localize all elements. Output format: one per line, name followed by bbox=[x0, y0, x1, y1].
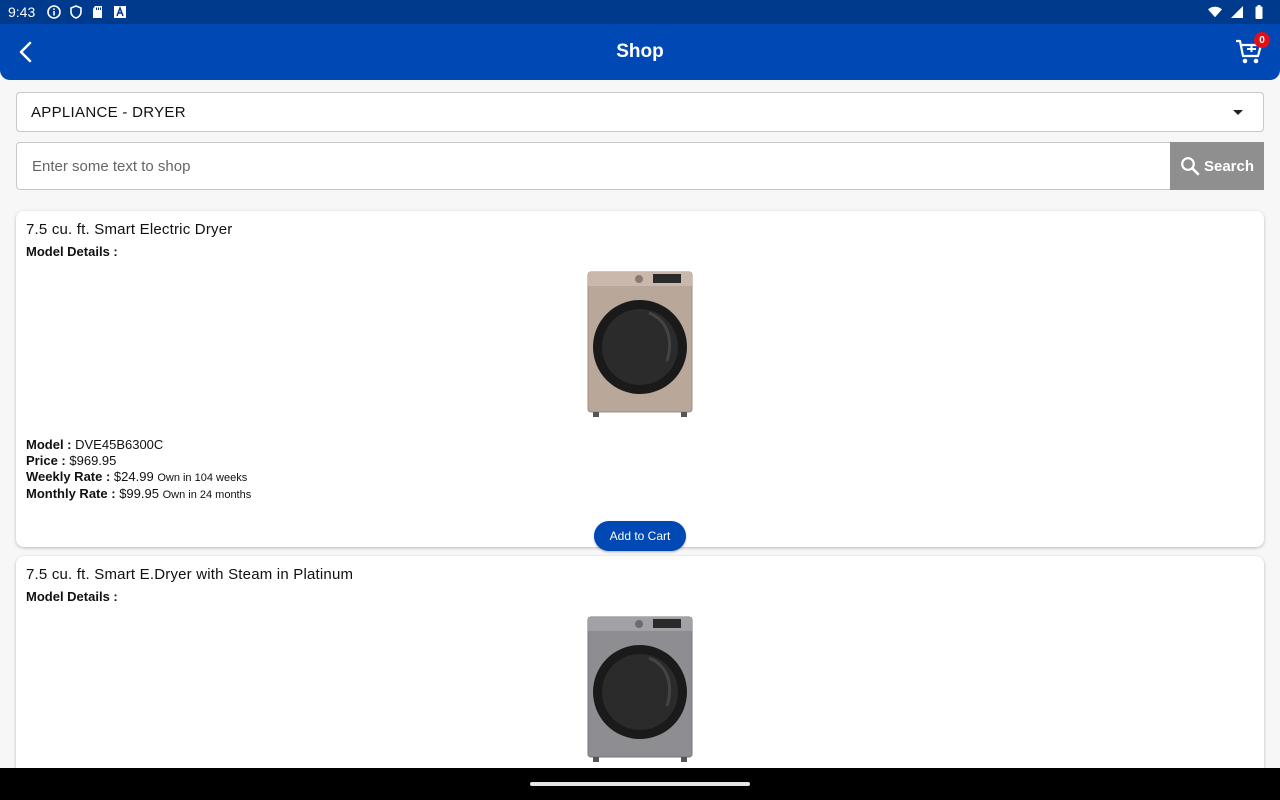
dryer-image bbox=[587, 271, 693, 417]
spec-weekly-rate: Weekly Rate : $24.99 Own in 104 weeks bbox=[26, 469, 248, 484]
battery-icon bbox=[1252, 5, 1266, 19]
dropdown-arrow-icon bbox=[1233, 109, 1243, 115]
price-value: $969.95 bbox=[69, 453, 117, 468]
spec-monthly-rate: Monthly Rate : $99.95 Own in 24 months bbox=[26, 486, 252, 501]
wifi-icon bbox=[1208, 5, 1222, 19]
model-details-label: Model Details : bbox=[26, 589, 118, 604]
text-a-icon bbox=[113, 5, 127, 19]
product-card: 7.5 cu. ft. Smart Electric Dryer Model D… bbox=[16, 211, 1264, 551]
product-title: 7.5 cu. ft. Smart Electric Dryer bbox=[26, 221, 233, 238]
monthly-rate-note: Own in 24 months bbox=[162, 489, 252, 501]
search-row: Search bbox=[16, 142, 1264, 190]
monthly-rate-value: $99.95 bbox=[119, 486, 159, 501]
spec-model: Model : DVE45B6300C bbox=[26, 437, 164, 452]
add-to-cart-button[interactable]: Add to Cart bbox=[594, 521, 686, 551]
cart-button[interactable]: 0 bbox=[1234, 32, 1270, 68]
search-button-label: Search bbox=[1203, 157, 1255, 175]
cart-count-badge: 0 bbox=[1254, 32, 1270, 48]
chevron-left-icon bbox=[19, 41, 32, 63]
sd-card-icon bbox=[91, 5, 105, 19]
product-image bbox=[587, 616, 693, 764]
back-button[interactable] bbox=[12, 38, 40, 66]
shield-icon bbox=[69, 5, 83, 19]
category-select[interactable]: APPLIANCE - DRYER bbox=[16, 92, 1264, 132]
status-time: 9:43 bbox=[8, 4, 36, 20]
home-gesture-handle[interactable] bbox=[530, 782, 750, 786]
system-nav-bar bbox=[0, 768, 1280, 800]
category-selected-value: APPLIANCE - DRYER bbox=[31, 103, 186, 121]
status-bar: 9:43 bbox=[0, 0, 1280, 24]
spec-price: Price : $969.95 bbox=[26, 453, 117, 468]
weekly-rate-note: Own in 104 weeks bbox=[157, 472, 248, 484]
dryer-image bbox=[587, 616, 693, 762]
product-image bbox=[587, 271, 693, 419]
info-icon bbox=[47, 5, 62, 19]
page-title: Shop bbox=[616, 41, 664, 62]
search-input[interactable] bbox=[16, 142, 1170, 190]
search-button[interactable]: Search bbox=[1170, 142, 1264, 190]
weekly-rate-value: $24.99 bbox=[113, 469, 154, 484]
product-title: 7.5 cu. ft. Smart E.Dryer with Steam in … bbox=[26, 566, 354, 583]
signal-icon bbox=[1230, 5, 1244, 19]
model-details-label: Model Details : bbox=[26, 244, 118, 259]
product-card: 7.5 cu. ft. Smart E.Dryer with Steam in … bbox=[16, 556, 1264, 786]
model-number: DVE45B6300C bbox=[75, 437, 164, 452]
search-icon bbox=[1181, 157, 1200, 176]
spec-list: Model : DVE45B6300C Price : $969.95 Week… bbox=[26, 437, 1254, 503]
app-bar: Shop 0 bbox=[0, 24, 1280, 80]
